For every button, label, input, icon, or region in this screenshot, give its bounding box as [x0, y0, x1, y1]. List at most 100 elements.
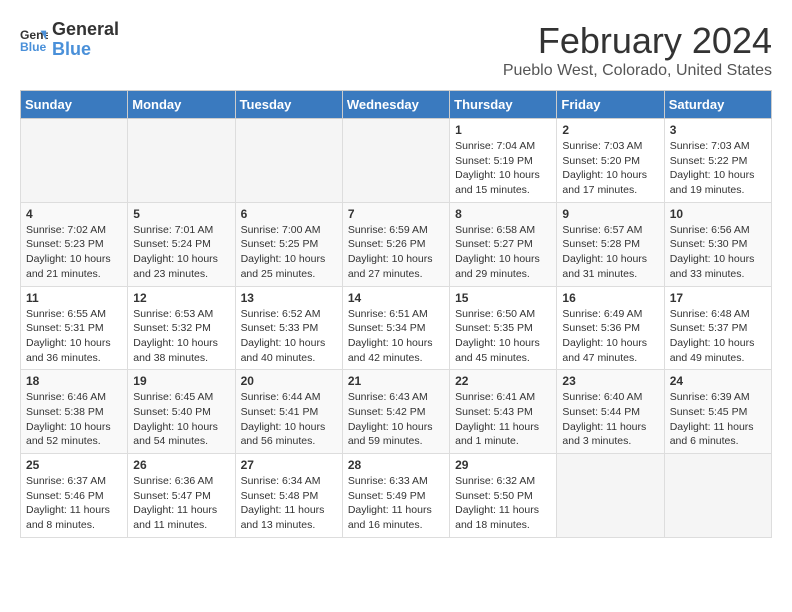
- calendar-cell: [664, 454, 771, 538]
- calendar-cell: 15Sunrise: 6:50 AM Sunset: 5:35 PM Dayli…: [450, 286, 557, 370]
- day-info: Sunrise: 6:32 AM Sunset: 5:50 PM Dayligh…: [455, 474, 551, 533]
- day-number: 7: [348, 207, 444, 221]
- calendar-cell: 9 Sunrise: 6:57 AM Sunset: 5:28 PM Daylig…: [557, 202, 664, 286]
- logo-text: General Blue: [52, 20, 119, 60]
- day-number: 11: [26, 291, 122, 305]
- calendar-cell: 25 Sunrise: 6:37 AM Sunset: 5:46 PM Dayli…: [21, 454, 128, 538]
- day-number: 27: [241, 458, 337, 472]
- calendar-cell: 10Sunrise: 6:56 AM Sunset: 5:30 PM Dayli…: [664, 202, 771, 286]
- logo: General Blue General Blue: [20, 20, 119, 60]
- day-info: Sunrise: 7:03 AM Sunset: 5:20 PM Dayligh…: [562, 139, 658, 198]
- calendar-cell: 24 Sunrise: 6:39 AM Sunset: 5:45 PM Dayli…: [664, 370, 771, 454]
- day-number: 4: [26, 207, 122, 221]
- day-info: Sunrise: 6:58 AM Sunset: 5:27 PM Dayligh…: [455, 223, 551, 282]
- day-number: 17: [670, 291, 766, 305]
- day-number: 12: [133, 291, 229, 305]
- calendar-cell: 29 Sunrise: 6:32 AM Sunset: 5:50 PM Dayli…: [450, 454, 557, 538]
- day-info: Sunrise: 6:33 AM Sunset: 5:49 PM Dayligh…: [348, 474, 444, 533]
- calendar-cell: 3Sunrise: 7:03 AM Sunset: 5:22 PM Daylig…: [664, 119, 771, 203]
- calendar-cell: 8 Sunrise: 6:58 AM Sunset: 5:27 PM Daylig…: [450, 202, 557, 286]
- day-number: 14: [348, 291, 444, 305]
- day-number: 29: [455, 458, 551, 472]
- day-number: 25: [26, 458, 122, 472]
- day-number: 5: [133, 207, 229, 221]
- day-number: 28: [348, 458, 444, 472]
- day-info: Sunrise: 6:49 AM Sunset: 5:36 PM Dayligh…: [562, 307, 658, 366]
- header: General Blue General Blue February 2024 …: [20, 20, 772, 80]
- calendar-day-header: Sunday: [21, 91, 128, 119]
- day-number: 21: [348, 374, 444, 388]
- day-info: Sunrise: 6:46 AM Sunset: 5:38 PM Dayligh…: [26, 390, 122, 449]
- day-number: 24: [670, 374, 766, 388]
- day-info: Sunrise: 6:40 AM Sunset: 5:44 PM Dayligh…: [562, 390, 658, 449]
- calendar-cell: [342, 119, 449, 203]
- title-area: February 2024 Pueblo West, Colorado, Uni…: [503, 20, 772, 80]
- day-number: 1: [455, 123, 551, 137]
- day-info: Sunrise: 6:34 AM Sunset: 5:48 PM Dayligh…: [241, 474, 337, 533]
- day-number: 6: [241, 207, 337, 221]
- calendar-week-row: 1 Sunrise: 7:04 AM Sunset: 5:19 PM Daylig…: [21, 119, 772, 203]
- day-info: Sunrise: 6:37 AM Sunset: 5:46 PM Dayligh…: [26, 474, 122, 533]
- day-info: Sunrise: 6:52 AM Sunset: 5:33 PM Dayligh…: [241, 307, 337, 366]
- calendar-cell: 26Sunrise: 6:36 AM Sunset: 5:47 PM Dayli…: [128, 454, 235, 538]
- day-number: 23: [562, 374, 658, 388]
- day-number: 8: [455, 207, 551, 221]
- day-number: 16: [562, 291, 658, 305]
- calendar-cell: 28 Sunrise: 6:33 AM Sunset: 5:49 PM Dayli…: [342, 454, 449, 538]
- calendar-day-header: Saturday: [664, 91, 771, 119]
- calendar-header-row: SundayMondayTuesdayWednesdayThursdayFrid…: [21, 91, 772, 119]
- calendar-cell: 2 Sunrise: 7:03 AM Sunset: 5:20 PM Daylig…: [557, 119, 664, 203]
- page-title: February 2024: [503, 20, 772, 62]
- day-info: Sunrise: 6:56 AM Sunset: 5:30 PM Dayligh…: [670, 223, 766, 282]
- calendar-cell: 14 Sunrise: 6:51 AM Sunset: 5:34 PM Dayli…: [342, 286, 449, 370]
- calendar-cell: 18 Sunrise: 6:46 AM Sunset: 5:38 PM Dayli…: [21, 370, 128, 454]
- calendar-table: SundayMondayTuesdayWednesdayThursdayFrid…: [20, 90, 772, 538]
- calendar-day-header: Monday: [128, 91, 235, 119]
- calendar-cell: 11 Sunrise: 6:55 AM Sunset: 5:31 PM Dayli…: [21, 286, 128, 370]
- day-number: 9: [562, 207, 658, 221]
- day-info: Sunrise: 6:41 AM Sunset: 5:43 PM Dayligh…: [455, 390, 551, 449]
- calendar-cell: 7Sunrise: 6:59 AM Sunset: 5:26 PM Daylig…: [342, 202, 449, 286]
- day-info: Sunrise: 7:04 AM Sunset: 5:19 PM Dayligh…: [455, 139, 551, 198]
- calendar-day-header: Thursday: [450, 91, 557, 119]
- day-number: 18: [26, 374, 122, 388]
- day-info: Sunrise: 7:01 AM Sunset: 5:24 PM Dayligh…: [133, 223, 229, 282]
- day-number: 2: [562, 123, 658, 137]
- calendar-week-row: 25 Sunrise: 6:37 AM Sunset: 5:46 PM Dayli…: [21, 454, 772, 538]
- calendar-day-header: Friday: [557, 91, 664, 119]
- day-number: 20: [241, 374, 337, 388]
- calendar-week-row: 4Sunrise: 7:02 AM Sunset: 5:23 PM Daylig…: [21, 202, 772, 286]
- calendar-cell: 23 Sunrise: 6:40 AM Sunset: 5:44 PM Dayli…: [557, 370, 664, 454]
- calendar-day-header: Wednesday: [342, 91, 449, 119]
- calendar-cell: 17Sunrise: 6:48 AM Sunset: 5:37 PM Dayli…: [664, 286, 771, 370]
- day-number: 22: [455, 374, 551, 388]
- day-info: Sunrise: 6:39 AM Sunset: 5:45 PM Dayligh…: [670, 390, 766, 449]
- day-info: Sunrise: 6:44 AM Sunset: 5:41 PM Dayligh…: [241, 390, 337, 449]
- day-number: 19: [133, 374, 229, 388]
- day-number: 26: [133, 458, 229, 472]
- day-info: Sunrise: 6:43 AM Sunset: 5:42 PM Dayligh…: [348, 390, 444, 449]
- calendar-cell: [21, 119, 128, 203]
- calendar-cell: 21 Sunrise: 6:43 AM Sunset: 5:42 PM Dayli…: [342, 370, 449, 454]
- calendar-cell: 12Sunrise: 6:53 AM Sunset: 5:32 PM Dayli…: [128, 286, 235, 370]
- calendar-cell: 1 Sunrise: 7:04 AM Sunset: 5:19 PM Daylig…: [450, 119, 557, 203]
- logo-icon: General Blue: [20, 26, 48, 54]
- day-number: 13: [241, 291, 337, 305]
- day-number: 3: [670, 123, 766, 137]
- calendar-cell: 20 Sunrise: 6:44 AM Sunset: 5:41 PM Dayli…: [235, 370, 342, 454]
- day-info: Sunrise: 6:51 AM Sunset: 5:34 PM Dayligh…: [348, 307, 444, 366]
- calendar-cell: 13 Sunrise: 6:52 AM Sunset: 5:33 PM Dayli…: [235, 286, 342, 370]
- day-info: Sunrise: 6:57 AM Sunset: 5:28 PM Dayligh…: [562, 223, 658, 282]
- svg-text:Blue: Blue: [20, 40, 47, 54]
- calendar-week-row: 11 Sunrise: 6:55 AM Sunset: 5:31 PM Dayli…: [21, 286, 772, 370]
- calendar-cell: 4Sunrise: 7:02 AM Sunset: 5:23 PM Daylig…: [21, 202, 128, 286]
- day-info: Sunrise: 6:55 AM Sunset: 5:31 PM Dayligh…: [26, 307, 122, 366]
- calendar-cell: 22 Sunrise: 6:41 AM Sunset: 5:43 PM Dayli…: [450, 370, 557, 454]
- page-subtitle: Pueblo West, Colorado, United States: [503, 62, 772, 80]
- calendar-day-header: Tuesday: [235, 91, 342, 119]
- calendar-week-row: 18 Sunrise: 6:46 AM Sunset: 5:38 PM Dayli…: [21, 370, 772, 454]
- calendar-cell: 16 Sunrise: 6:49 AM Sunset: 5:36 PM Dayli…: [557, 286, 664, 370]
- calendar-cell: [235, 119, 342, 203]
- calendar-cell: [557, 454, 664, 538]
- calendar-cell: 27 Sunrise: 6:34 AM Sunset: 5:48 PM Dayli…: [235, 454, 342, 538]
